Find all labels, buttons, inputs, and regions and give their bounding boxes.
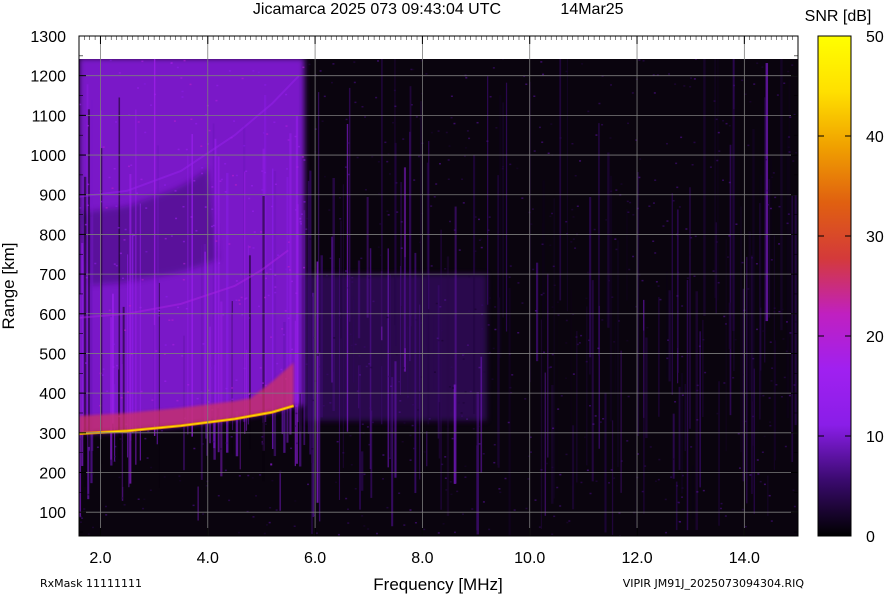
- y-tick-label: 100: [39, 505, 66, 522]
- y-tick-label: 400: [39, 386, 66, 403]
- y-tick-label: 900: [39, 188, 66, 205]
- colorbar-tick-label: 50: [866, 29, 884, 46]
- file-label: VIPIR JM91J_2025073094304.RIQ: [623, 577, 805, 590]
- ionogram-chart: Jicamarca 2025 073 09:43:04 UTC 14Mar25 …: [0, 1, 884, 594]
- y-tick-label: 200: [39, 466, 66, 483]
- y-tick-label: 700: [39, 267, 66, 284]
- y-tick-label: 1100: [32, 108, 67, 125]
- x-tick-label: 8.0: [411, 550, 433, 567]
- y-tick-label: 500: [39, 346, 66, 363]
- y-tick-label: 1200: [30, 69, 66, 86]
- y-tick-label: 600: [39, 307, 66, 324]
- x-tick-label: 12.0: [621, 550, 652, 567]
- colorbar-tick-label: 40: [866, 129, 884, 146]
- x-tick-label: 4.0: [197, 550, 219, 567]
- x-tick-label: 10.0: [514, 550, 545, 567]
- y-axis-label: Range [km]: [0, 243, 18, 330]
- colorbar-tick-label: 30: [866, 229, 884, 246]
- colorbar: [817, 35, 852, 537]
- y-tick-label: 1300: [30, 29, 66, 46]
- y-tick-label: 800: [39, 227, 66, 244]
- y-tick-label: 300: [39, 426, 66, 443]
- x-tick-label: 14.0: [729, 550, 760, 567]
- colorbar-tick-label: 0: [866, 529, 875, 546]
- x-tick-label: 6.0: [304, 550, 326, 567]
- chart-title: Jicamarca 2025 073 09:43:04 UTC: [253, 1, 501, 18]
- y-tick-label: 1000: [30, 148, 66, 165]
- colorbar-tick-label: 20: [866, 329, 884, 346]
- colorbar-tick-label: 10: [866, 429, 884, 446]
- colorbar-label: SNR [dB]: [805, 8, 872, 25]
- x-tick-label: 2.0: [89, 550, 111, 567]
- rx-mask-label: RxMask 11111111: [40, 577, 142, 590]
- chart-date: 14Mar25: [560, 1, 623, 18]
- x-axis-label: Frequency [MHz]: [373, 575, 502, 594]
